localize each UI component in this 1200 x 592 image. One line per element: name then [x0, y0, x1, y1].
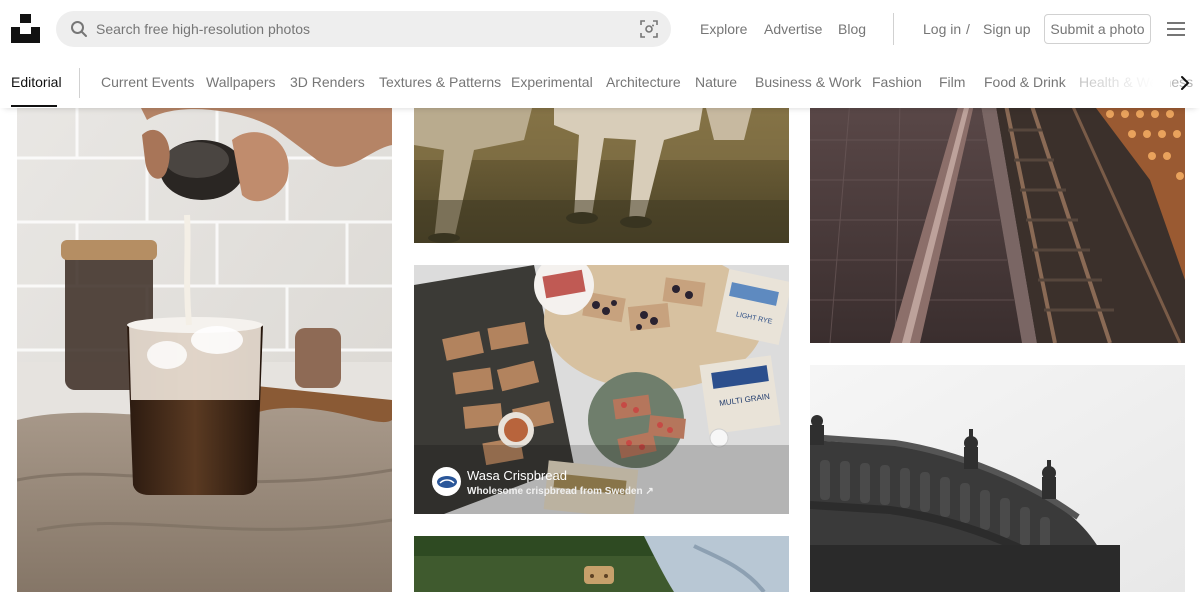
topic-business-work[interactable]: Business & Work: [755, 74, 861, 90]
topic-experimental[interactable]: Experimental: [511, 74, 593, 90]
photo-building-balustrade[interactable]: [810, 365, 1185, 592]
topic-editorial[interactable]: Editorial: [11, 74, 62, 90]
header-divider: [893, 13, 894, 45]
active-topic-indicator: [11, 105, 57, 107]
top-header: Explore Advertise Blog Log in / Sign up …: [0, 0, 1200, 58]
topics-nav: Editorial Current Events Wallpapers 3D R…: [0, 58, 1200, 108]
unsplash-logo-icon[interactable]: [11, 14, 40, 43]
search-bar[interactable]: [56, 11, 671, 47]
menu-icon[interactable]: [1167, 21, 1185, 37]
photo-animal-legs[interactable]: [414, 100, 789, 243]
login-link[interactable]: Log in: [923, 21, 961, 37]
page: LIGHT RYE MULTI GRAIN Wasa Crispbread Wh…: [0, 0, 1200, 592]
topic-food-drink[interactable]: Food & Drink: [984, 74, 1066, 90]
photo-iced-coffee[interactable]: [17, 100, 392, 592]
topic-film[interactable]: Film: [939, 74, 965, 90]
sponsor-avatar[interactable]: [432, 467, 461, 496]
photo-picnic-ukulele[interactable]: [414, 536, 789, 592]
topic-3d-renders[interactable]: 3D Renders: [290, 74, 365, 90]
topic-current-events[interactable]: Current Events: [101, 74, 194, 90]
topic-wallpapers[interactable]: Wallpapers: [206, 74, 276, 90]
nav-advertise[interactable]: Advertise: [764, 21, 822, 37]
submit-photo-button[interactable]: Submit a photo: [1044, 14, 1151, 44]
topic-nature[interactable]: Nature: [695, 74, 737, 90]
topics-fade: [1060, 58, 1170, 108]
chevron-right-icon[interactable]: [1178, 74, 1192, 92]
login-signup-separator: /: [966, 21, 970, 37]
search-input[interactable]: [96, 11, 616, 47]
photo-subway-platform[interactable]: [810, 100, 1185, 343]
wasa-logo-icon: [436, 475, 457, 488]
signup-link[interactable]: Sign up: [983, 21, 1030, 37]
topic-architecture[interactable]: Architecture: [606, 74, 681, 90]
topic-fashion[interactable]: Fashion: [872, 74, 922, 90]
sponsor-name[interactable]: Wasa Crispbread: [467, 468, 567, 483]
topic-textures-patterns[interactable]: Textures & Patterns: [379, 74, 501, 90]
search-icon[interactable]: [70, 20, 88, 38]
topics-divider: [79, 68, 80, 98]
nav-blog[interactable]: Blog: [838, 21, 866, 37]
visual-search-icon[interactable]: [640, 20, 658, 38]
nav-explore[interactable]: Explore: [700, 21, 747, 37]
sponsor-subtitle[interactable]: Wholesome crispbread from Sweden ↗: [467, 486, 654, 497]
